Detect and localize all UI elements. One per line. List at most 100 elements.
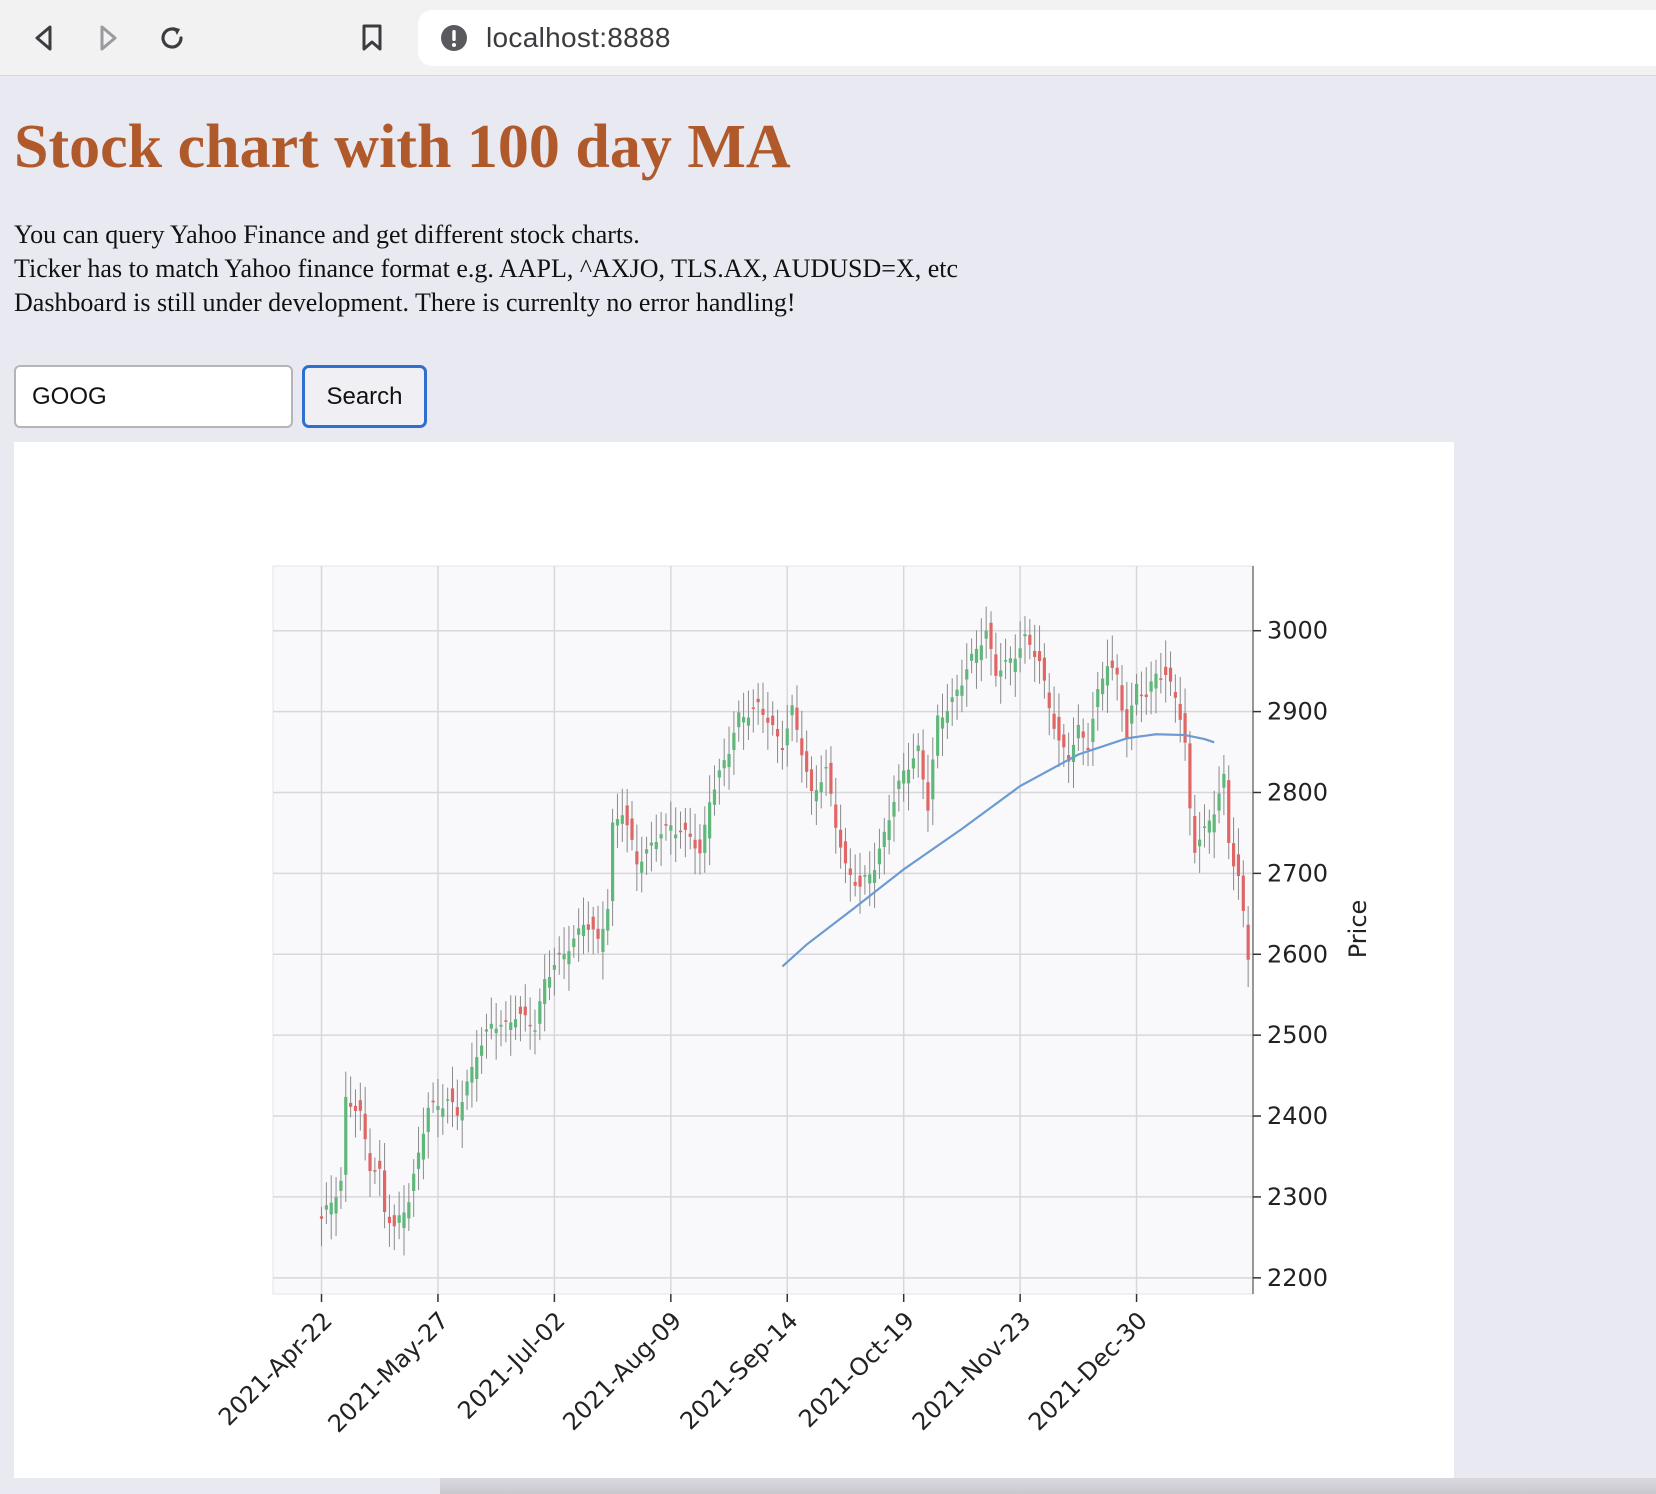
x-tick-label: 2021-Oct-19 [793,1306,920,1433]
candle-body [494,1028,498,1034]
address-bar[interactable]: localhost:8888 [418,10,1656,66]
candle-body [945,711,949,723]
candle-body [416,1152,421,1169]
candle-body [795,707,799,730]
candle-body [581,924,586,937]
candle-body [1188,743,1192,809]
candle-body [1198,839,1202,847]
candle-body [640,861,644,873]
candle-body [324,1205,328,1210]
candle-body [1134,683,1139,705]
info-icon[interactable] [440,24,468,52]
y-tick-label: 2500 [1267,1021,1328,1049]
candle-body [984,630,988,639]
candle-body [868,874,872,884]
candle-body [926,782,930,811]
candle-body [349,1102,353,1107]
candle-body [1227,780,1231,843]
candle-body [601,928,605,953]
candle-body [1008,658,1013,663]
candle-body [591,916,595,930]
candle-body [902,770,906,784]
candle-body [1115,667,1119,675]
candle-body [392,1215,396,1227]
candle-body [504,1020,508,1022]
candle-body [625,805,629,826]
candle-body [1023,634,1027,637]
candle-body [882,831,886,847]
candle-body [1236,854,1241,876]
candle-body [800,738,804,756]
y-tick-label: 2800 [1267,778,1328,806]
x-tick-label: 2021-Aug-09 [557,1306,687,1436]
candle-body [446,1099,450,1101]
candle-body [533,1030,537,1032]
candle-body [387,1216,392,1224]
back-button[interactable] [24,18,64,58]
candle-body [732,732,736,750]
reload-button[interactable] [152,18,192,58]
candle-body [1037,651,1042,662]
candle-body [450,1088,455,1103]
candle-body [630,818,634,840]
page-title: Stock chart with 100 day MA [14,113,791,181]
candle-body [669,825,673,831]
candle-body [567,951,571,965]
candle-body [562,953,566,960]
candle-body [1139,694,1144,697]
candle-body [465,1081,469,1096]
candle-body [965,669,969,680]
candle-body [1159,678,1163,680]
candle-body [431,1100,435,1103]
candle-body [1120,685,1124,711]
bookmark-button[interactable] [352,18,392,58]
candle-body [1110,660,1114,668]
candle-body [1231,843,1236,867]
candle-body [552,965,556,970]
candle-body [407,1202,411,1219]
x-tick-label: 2021-Jul-02 [452,1306,570,1424]
candle-body [455,1107,459,1116]
candle-body [999,670,1003,677]
candle-body [931,759,935,800]
candle-body [484,1029,489,1032]
candle-body [659,834,663,839]
candle-body [911,758,915,769]
candle-body [683,822,687,830]
forward-button[interactable] [88,18,128,58]
candle-body [766,717,770,723]
x-tick-label: 2021-May-27 [323,1306,455,1438]
candle-body [664,824,668,826]
candle-body [712,789,717,805]
forward-icon [100,25,117,51]
description-line: Ticker has to match Yahoo finance format… [14,254,958,283]
candle-body [761,708,765,715]
bookmark-icon [362,24,382,51]
candle-body [678,830,683,833]
candle-body [426,1107,430,1132]
candle-body [805,751,809,772]
candle-body [1105,666,1110,686]
candle-body [1052,713,1056,729]
candle-body [751,707,755,709]
candle-body [543,979,547,1005]
candle-body [557,952,561,955]
ticker-input[interactable] [14,365,293,428]
candle-body [834,804,838,828]
search-button[interactable]: Search [302,365,427,428]
candle-body [518,1006,523,1014]
candle-body [538,1001,542,1024]
candle-body [737,712,741,728]
candle-body [334,1197,338,1214]
candle-body [819,782,823,793]
y-tick-label: 2600 [1267,940,1328,968]
candle-body [572,938,576,948]
candle-body [1168,667,1173,682]
candle-body [979,645,983,661]
candle-body [470,1066,474,1083]
candle-body [717,770,721,778]
candle-body [887,820,891,840]
x-tick-label: 2021-Apr-22 [213,1306,338,1431]
candle-body [1018,648,1022,658]
candle-body [1028,634,1032,645]
